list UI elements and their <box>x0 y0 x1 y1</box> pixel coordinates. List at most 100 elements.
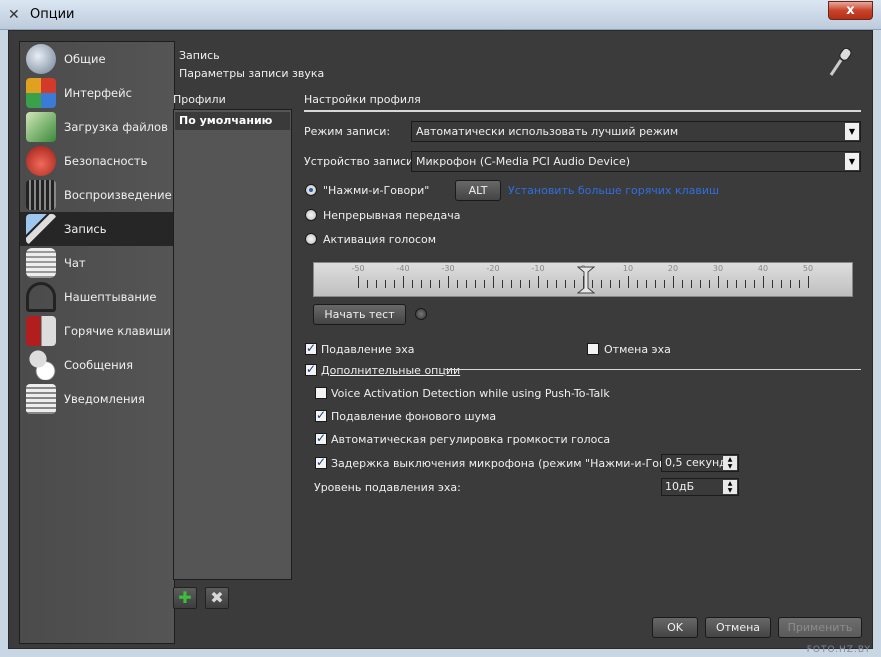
start-test-button[interactable]: Начать тест <box>313 304 406 325</box>
ruler-tick <box>736 280 737 288</box>
mic-release-delay-value: 0,5 секунд <box>665 456 727 469</box>
recording-device-label: Устройство записи: <box>304 155 418 168</box>
ruler-tick <box>565 280 566 288</box>
add-profile-button[interactable]: ✚ <box>173 587 197 609</box>
ruler-tick <box>484 280 485 288</box>
sidebar-item-security[interactable]: Безопасность <box>20 144 174 178</box>
sidebar-item-whisper[interactable]: Нашептывание <box>20 280 174 314</box>
microphone-icon <box>829 47 852 76</box>
more-hotkeys-link[interactable]: Установить больше горячих клавиш <box>508 184 719 197</box>
voice-activation-label: Активация голосом <box>323 233 437 246</box>
interface-icon <box>26 78 56 108</box>
voice-activation-level-slider[interactable]: -50-40-30-20-1001020304050 <box>313 262 853 297</box>
advanced-options-checkbox[interactable] <box>305 362 317 376</box>
ruler-tick <box>439 280 440 288</box>
recording-device-value: Микрофон (C-Media PCI Audio Device) <box>416 155 631 168</box>
spin-up-icon[interactable]: ▲ <box>723 456 737 463</box>
ruler-tick <box>655 280 656 288</box>
ruler-tick <box>385 280 386 288</box>
ruler-tick <box>529 280 530 288</box>
notifications-icon <box>26 384 56 414</box>
plus-icon: ✚ <box>178 588 192 607</box>
sidebar-item-label: Чат <box>64 256 86 270</box>
noise-suppression-checkbox[interactable] <box>315 408 327 422</box>
noise-suppression-label: Подавление фонового шума <box>331 410 497 423</box>
echo-suppression-level-stepper[interactable]: 10дБ ▲ ▼ <box>661 478 739 496</box>
recording-device-select[interactable]: Микрофон (C-Media PCI Audio Device) ▼ <box>411 151 861 172</box>
ruler-tick <box>403 276 404 288</box>
ruler-tick <box>430 280 431 288</box>
ruler-tick <box>619 280 620 288</box>
ruler-tick <box>610 280 611 288</box>
vad-while-ptt-label: Voice Activation Detection while using P… <box>331 387 610 400</box>
sidebar-item-label: Горячие клавиши <box>64 324 171 338</box>
ruler-tick-label: -20 <box>486 264 500 273</box>
sidebar-item-recording[interactable]: Запись <box>20 212 174 246</box>
ruler-tick-label: 40 <box>757 264 769 273</box>
sidebar-item-interface[interactable]: Интерфейс <box>20 76 174 110</box>
page-title: Запись <box>179 49 220 62</box>
mic-release-delay-checkbox[interactable] <box>315 455 327 469</box>
spin-down-icon[interactable]: ▼ <box>723 463 737 470</box>
continuous-transmission-radio[interactable] <box>305 209 317 221</box>
spin-up-icon[interactable]: ▲ <box>723 480 737 487</box>
echo-suppression-checkbox[interactable] <box>305 341 317 355</box>
ruler-tick <box>421 280 422 288</box>
hotkeys-icon <box>26 316 56 346</box>
sidebar-item-notifications[interactable]: Уведомления <box>20 382 174 416</box>
echo-suppression-level-value: 10дБ <box>665 480 695 493</box>
remove-profile-button[interactable]: ✖ <box>205 587 229 609</box>
push-to-talk-key-button[interactable]: ALT <box>455 180 501 201</box>
page-subtitle: Параметры записи звука <box>179 67 325 80</box>
echo-cancel-label: Отмена эха <box>604 343 671 356</box>
ruler-tick <box>718 276 719 288</box>
sidebar-item-label: Безопасность <box>64 154 148 168</box>
ruler-tick <box>457 280 458 288</box>
list-item[interactable]: По умолчанию <box>175 112 290 130</box>
sidebar-item-label: Уведомления <box>64 392 145 406</box>
voice-activation-radio[interactable] <box>305 233 317 245</box>
ok-button[interactable]: OK <box>652 617 698 638</box>
ruler-tick <box>682 280 683 288</box>
ruler-tick <box>520 280 521 288</box>
recording-mode-select[interactable]: Автоматически использовать лучший режим … <box>411 121 861 142</box>
ruler-tick <box>700 280 701 288</box>
sidebar-item-playback[interactable]: Воспроизведение <box>20 178 174 212</box>
sidebar-item-label: Интерфейс <box>64 86 132 100</box>
close-button[interactable]: x <box>828 1 873 20</box>
profiles-list[interactable]: По умолчанию <box>173 109 292 580</box>
push-to-talk-radio[interactable] <box>305 184 317 196</box>
test-indicator-led <box>415 308 427 320</box>
advanced-options-text: Дополнительные опции <box>321 364 461 377</box>
apply-button[interactable]: Применить <box>778 617 862 638</box>
tools-icon: ✕ <box>8 7 20 23</box>
microphone-icon <box>26 214 56 244</box>
echo-cancel-checkbox[interactable] <box>587 343 599 355</box>
ruler-tick <box>691 280 692 288</box>
ruler-tick <box>772 280 773 288</box>
ruler-tick <box>745 280 746 288</box>
file-transfer-icon <box>26 112 56 142</box>
vad-while-ptt-checkbox[interactable] <box>315 387 327 399</box>
profiles-label: Профили <box>173 93 226 106</box>
auto-gain-control-checkbox[interactable] <box>315 431 327 445</box>
sidebar-item-messages[interactable]: Сообщения <box>20 348 174 382</box>
ruler-tick-label: 50 <box>802 264 814 273</box>
chevron-down-icon: ▼ <box>845 123 859 140</box>
ruler-tick-label: 30 <box>712 264 724 273</box>
sidebar-item-chat[interactable]: Чат <box>20 246 174 280</box>
spin-down-icon[interactable]: ▼ <box>723 487 737 494</box>
sidebar-item-label: Загрузка файлов <box>64 120 168 134</box>
mic-release-delay-stepper[interactable]: 0,5 секунд ▲ ▼ <box>661 454 739 472</box>
chevron-down-icon: ▼ <box>845 153 859 170</box>
slider-thumb[interactable] <box>577 266 595 294</box>
x-icon: ✖ <box>210 588 224 607</box>
sidebar-item-general[interactable]: Общие <box>20 42 174 76</box>
ruler-tick <box>574 280 575 288</box>
cancel-button[interactable]: Отмена <box>705 617 771 638</box>
sidebar-item-hotkeys[interactable]: Горячие клавиши <box>20 314 174 348</box>
recording-mode-value: Автоматически использовать лучший режим <box>416 125 679 138</box>
whisper-headset-icon <box>26 282 56 312</box>
sidebar-item-file-transfer[interactable]: Загрузка файлов <box>20 110 174 144</box>
ruler-tick <box>808 276 809 288</box>
